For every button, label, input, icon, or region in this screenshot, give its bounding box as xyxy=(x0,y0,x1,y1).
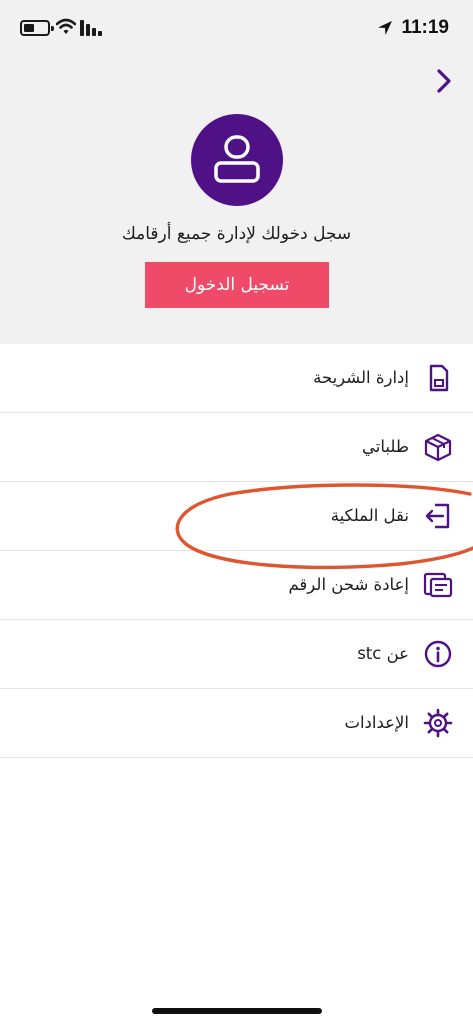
menu-item-settings[interactable]: الإعدادات xyxy=(0,689,473,758)
status-bar: 11:19 xyxy=(0,0,473,58)
menu-item-label: إعادة شحن الرقم xyxy=(288,575,409,594)
menu-item-about-stc[interactable]: عن stc xyxy=(0,620,473,689)
package-box-icon xyxy=(424,433,452,462)
sim-card-icon xyxy=(429,364,449,392)
info-icon xyxy=(424,640,452,668)
settings-gear-icon xyxy=(423,708,453,738)
login-button[interactable]: تسجيل الدخول xyxy=(145,262,329,308)
transfer-ownership-icon xyxy=(425,503,450,529)
menu-item-label: نقل الملكية xyxy=(330,506,409,525)
menu-list: إدارة الشريحة طلباتي نقل الملكية إعادة ش… xyxy=(0,344,473,758)
menu-item-label: إدارة الشريحة xyxy=(313,368,409,387)
menu-item-my-orders[interactable]: طلباتي xyxy=(0,413,473,482)
home-indicator xyxy=(152,1008,322,1014)
recharge-card-icon xyxy=(423,572,453,598)
menu-item-label: الإعدادات xyxy=(344,713,409,732)
login-prompt: سجل دخولك لإدارة جميع أرقامك xyxy=(121,224,352,244)
user-icon xyxy=(214,135,260,183)
wifi-icon xyxy=(56,18,76,34)
location-arrow-icon xyxy=(378,21,393,35)
battery-icon xyxy=(20,20,54,36)
menu-item-sim-management[interactable]: إدارة الشريحة xyxy=(0,344,473,413)
status-time: 11:19 xyxy=(401,17,449,38)
avatar xyxy=(191,114,283,206)
menu-item-recharge[interactable]: إعادة شحن الرقم xyxy=(0,551,473,620)
menu-item-label: عن stc xyxy=(357,644,409,663)
cellular-signal-icon xyxy=(80,20,102,36)
menu-item-label: طلباتي xyxy=(362,437,409,456)
chevron-right-icon[interactable] xyxy=(431,66,457,96)
menu-item-ownership-transfer[interactable]: نقل الملكية xyxy=(0,482,473,551)
